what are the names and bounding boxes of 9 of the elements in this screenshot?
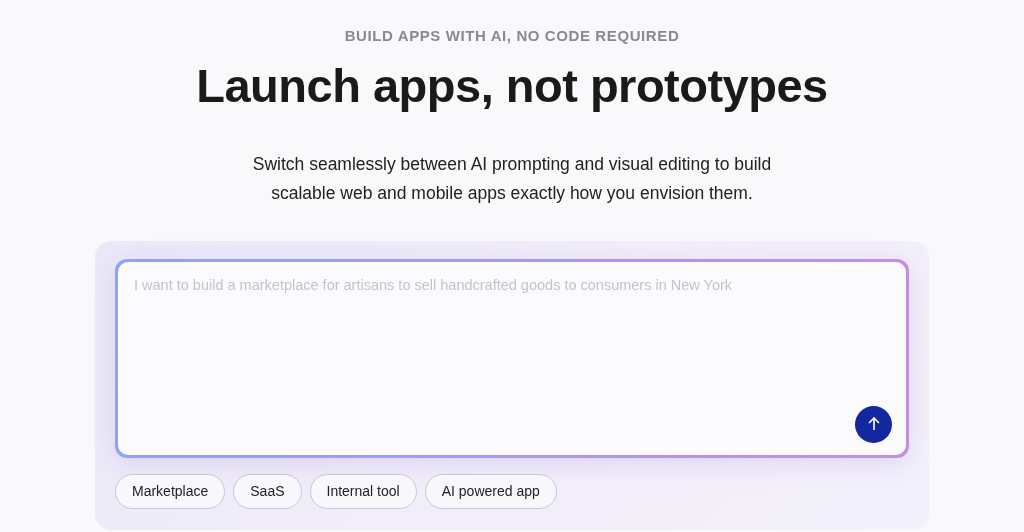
headline: Launch apps, not prototypes <box>196 60 828 112</box>
arrow-up-icon <box>866 417 881 432</box>
suggestion-chip[interactable]: SaaS <box>233 473 302 509</box>
suggestion-chip[interactable]: AI powered app <box>424 473 557 509</box>
subtitle: Switch seamlessly between AI prompting and visual editing to build scalable web and mobile apps exactly how you envision them. <box>251 152 773 205</box>
suggestion-chip[interactable]: Marketplace <box>115 473 226 509</box>
send-button[interactable] <box>855 405 892 443</box>
suggestion-chip[interactable]: Internal tool <box>309 473 417 509</box>
eyebrow-text: BUILD APPS WITH AI, NO CODE REQUIRED <box>344 27 680 44</box>
